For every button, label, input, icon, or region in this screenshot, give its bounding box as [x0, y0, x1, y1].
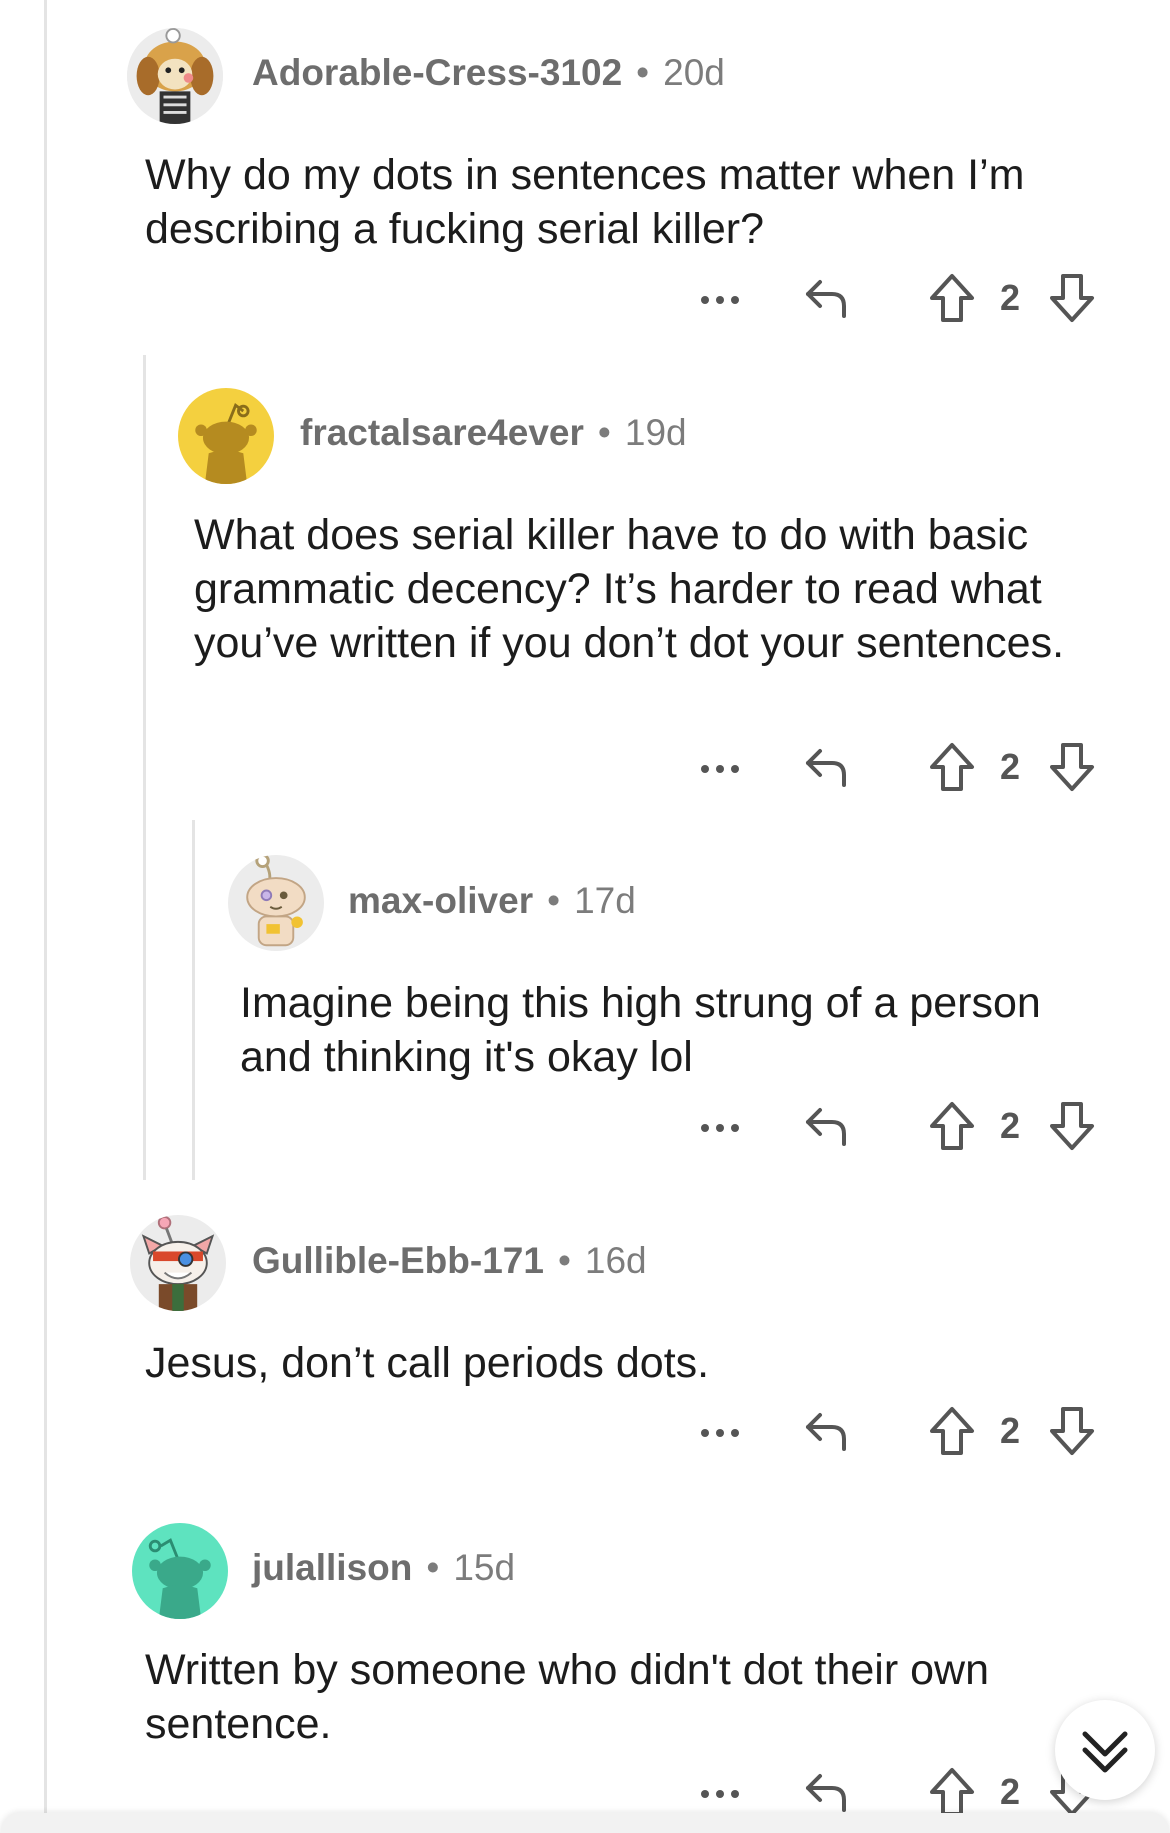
jump-to-next-comment-button[interactable]: [1055, 1700, 1155, 1800]
dog-costume-avatar-icon[interactable]: [127, 28, 223, 124]
comment-actions: 2: [0, 1401, 1170, 1461]
comment-body: What does serial killer have to do with …: [194, 511, 1065, 667]
downvote-arrow-icon[interactable]: [1046, 737, 1098, 797]
downvote-arrow-icon[interactable]: [1046, 1401, 1098, 1461]
vote-score: 2: [999, 1105, 1021, 1146]
comment-age: 20d: [663, 52, 725, 93]
downvote-arrow-icon[interactable]: [1046, 268, 1098, 328]
downvote-arrow-icon[interactable]: [1046, 1096, 1098, 1156]
comment-age: 15d: [453, 1547, 516, 1588]
meta-separator: •: [547, 880, 561, 921]
reply-icon[interactable]: [800, 1096, 854, 1156]
vote-score: 2: [999, 1410, 1021, 1451]
snoo-avatar-icon[interactable]: [132, 1523, 228, 1619]
username[interactable]: Gullible-Ebb-171: [252, 1240, 544, 1281]
comment-actions: 2: [0, 1096, 1170, 1156]
comment-body: Written by someone who didn't dot their …: [145, 1646, 989, 1748]
comment-meta: fractalsare4ever • 19d: [300, 412, 687, 454]
comment-actions: 2: [0, 737, 1170, 797]
username[interactable]: fractalsare4ever: [300, 412, 584, 453]
meta-separator: •: [597, 412, 611, 453]
snoo-character-avatar-icon[interactable]: [228, 855, 324, 951]
double-chevron-down-icon: [1082, 1731, 1128, 1773]
upvote-arrow-icon[interactable]: [926, 268, 978, 328]
more-options-icon[interactable]: [696, 737, 744, 797]
username[interactable]: julallison: [252, 1547, 412, 1588]
upvote-arrow-icon[interactable]: [926, 1401, 978, 1461]
comment-age: 16d: [584, 1240, 647, 1281]
comment-age: 17d: [574, 880, 636, 921]
username[interactable]: Adorable-Cress-3102: [252, 52, 622, 93]
snoo-avatar-icon[interactable]: [178, 388, 274, 484]
meta-separator: •: [636, 52, 650, 93]
more-options-icon[interactable]: [696, 1096, 744, 1156]
upvote-arrow-icon[interactable]: [926, 1096, 978, 1156]
username[interactable]: max-oliver: [348, 880, 533, 921]
reply-icon[interactable]: [800, 268, 854, 328]
comment-meta: max-oliver • 17d: [348, 880, 636, 922]
comment-actions: 2: [0, 268, 1170, 328]
meta-separator: •: [426, 1547, 440, 1588]
comment-body: Imagine being this high strung of a pers…: [240, 979, 1041, 1081]
meta-separator: •: [557, 1240, 571, 1281]
upvote-arrow-icon[interactable]: [926, 737, 978, 797]
vote-score: 2: [999, 277, 1021, 318]
comment-meta: Gullible-Ebb-171 • 16d: [252, 1240, 647, 1282]
reply-icon[interactable]: [800, 1401, 854, 1461]
vote-score: 2: [999, 746, 1021, 787]
comment-body: Why do my dots in sentences matter when …: [145, 151, 1025, 253]
bottom-sheet-edge: [0, 1813, 1170, 1833]
cat-costume-avatar-icon[interactable]: [130, 1215, 226, 1311]
comment-body: Jesus, don’t call periods dots.: [145, 1339, 710, 1387]
more-options-icon[interactable]: [696, 268, 744, 328]
reply-icon[interactable]: [800, 737, 854, 797]
comment-age: 19d: [624, 412, 687, 453]
comment-meta: Adorable-Cress-3102 • 20d: [252, 52, 725, 94]
more-options-icon[interactable]: [696, 1401, 744, 1461]
comment-meta: julallison • 15d: [252, 1547, 515, 1589]
